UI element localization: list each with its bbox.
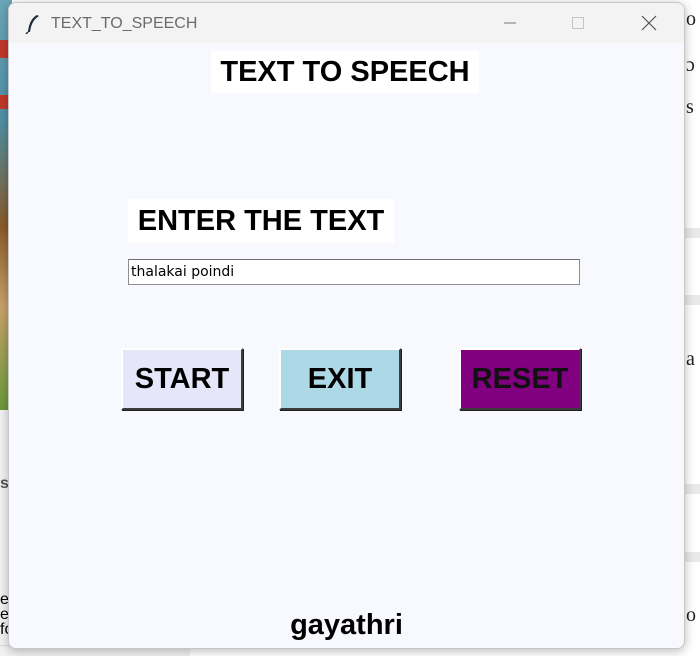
minimize-icon bbox=[504, 22, 516, 24]
feather-icon bbox=[25, 15, 39, 34]
start-button[interactable]: START bbox=[121, 348, 243, 410]
app-window: TEXT_TO_SPEECH TEXT TO SPEECH ENTER THE … bbox=[8, 2, 685, 649]
page-title: TEXT TO SPEECH bbox=[211, 51, 479, 93]
background-fragment: o bbox=[686, 604, 696, 626]
reset-button[interactable]: RESET bbox=[459, 348, 581, 410]
close-icon bbox=[641, 15, 657, 31]
minimize-button[interactable] bbox=[487, 3, 533, 43]
input-label: ENTER THE TEXT bbox=[128, 199, 394, 243]
maximize-button[interactable] bbox=[555, 3, 601, 43]
background-divider bbox=[684, 484, 700, 494]
author-label: gayathri bbox=[290, 609, 403, 641]
background-fragment: ɔ bbox=[686, 54, 695, 76]
background-fragment: o bbox=[686, 8, 696, 30]
background-fragment: s bbox=[686, 96, 694, 118]
text-input-field[interactable] bbox=[128, 259, 580, 285]
app-body: TEXT TO SPEECH ENTER THE TEXT START EXIT… bbox=[9, 43, 684, 648]
title-bar[interactable]: TEXT_TO_SPEECH bbox=[9, 3, 684, 43]
maximize-icon bbox=[572, 17, 584, 29]
background-decoration bbox=[0, 95, 8, 109]
exit-button[interactable]: EXIT bbox=[279, 348, 401, 410]
background-fragment: a bbox=[686, 348, 695, 370]
background-divider bbox=[684, 552, 700, 562]
background-divider bbox=[684, 295, 700, 305]
background-divider bbox=[684, 228, 700, 238]
window-title: TEXT_TO_SPEECH bbox=[51, 15, 198, 32]
close-button[interactable] bbox=[626, 3, 672, 43]
